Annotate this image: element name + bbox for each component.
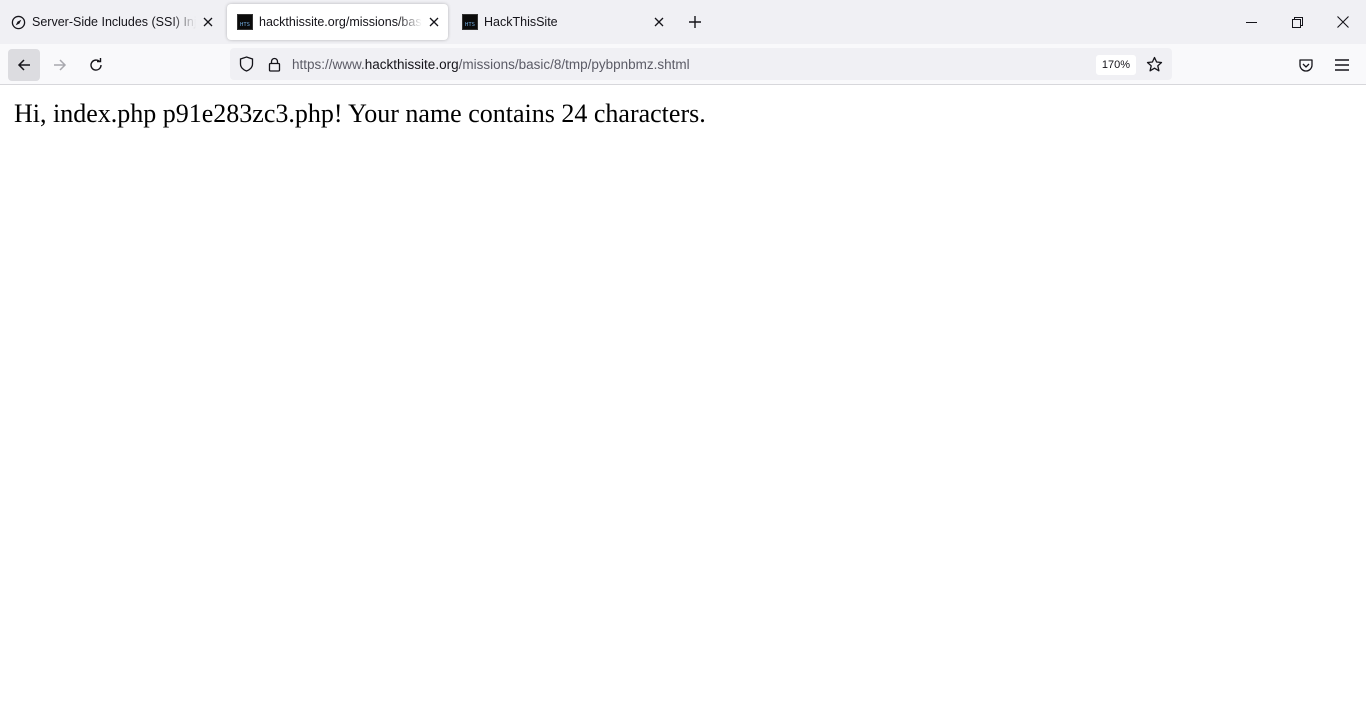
reload-button[interactable] — [80, 49, 112, 81]
address-bar[interactable]: https://www.hackthissite.org/missions/ba… — [230, 48, 1172, 80]
arrow-right-icon — [54, 59, 67, 71]
hts-icon: HTS — [237, 14, 253, 30]
arrow-left-icon — [17, 59, 30, 71]
restore-button[interactable] — [1274, 0, 1320, 44]
forward-button[interactable] — [44, 49, 76, 81]
hts-icon: HTS — [462, 14, 478, 30]
url-text[interactable]: https://www.hackthissite.org/missions/ba… — [292, 57, 1172, 72]
tab-hackthissite-mission[interactable]: HTS hackthissite.org/missions/basic/8/tm… — [227, 4, 448, 40]
hamburger-menu-icon[interactable] — [1326, 49, 1358, 81]
minimize-button[interactable] — [1228, 0, 1274, 44]
close-tab-icon[interactable] — [422, 10, 446, 34]
url-prefix: https://www. — [292, 56, 365, 72]
tab-title: Server-Side Includes (SSI) Injection — [32, 15, 196, 29]
tab-title: HackThisSite — [484, 15, 558, 29]
reload-icon — [90, 58, 102, 71]
pocket-icon[interactable] — [1290, 49, 1322, 81]
close-tab-icon[interactable] — [647, 10, 671, 34]
url-path: /missions/basic/8/tmp/pybpnbmz.shtml — [458, 56, 690, 72]
tab-ssi-injection[interactable]: Server-Side Includes (SSI) Injection — [0, 4, 222, 40]
tab-strip: Server-Side Includes (SSI) Injection HTS… — [0, 0, 1366, 44]
new-tab-button[interactable] — [683, 10, 707, 34]
back-button[interactable] — [8, 49, 40, 81]
window-close-button[interactable] — [1320, 0, 1366, 44]
greeting-message: Hi, index.php p91e283zc3.php! Your name … — [14, 99, 706, 128]
bookmark-star-icon[interactable] — [1140, 48, 1168, 80]
compass-icon — [10, 14, 26, 30]
page-content: Hi, index.php p91e283zc3.php! Your name … — [0, 85, 1366, 728]
tab-hackthissite[interactable]: HTS HackThisSite — [452, 4, 673, 40]
navigation-toolbar: https://www.hackthissite.org/missions/ba… — [0, 44, 1366, 85]
tab-title: hackthissite.org/missions/basic/8/tmp/py… — [259, 15, 422, 29]
url-host: hackthissite.org — [364, 56, 459, 72]
lock-icon[interactable] — [260, 48, 288, 80]
shield-icon[interactable] — [232, 48, 260, 80]
close-tab-icon[interactable] — [196, 10, 220, 34]
zoom-level-button[interactable]: 170% — [1095, 55, 1136, 75]
